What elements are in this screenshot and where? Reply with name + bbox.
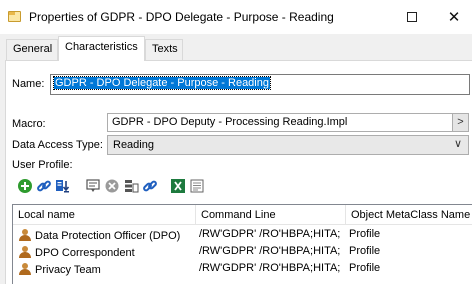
excel-icon <box>171 179 185 193</box>
name-value: GDPR - DPO Delegate - Purpose - Reading <box>53 76 271 90</box>
unlink-button[interactable] <box>141 177 159 195</box>
table-row[interactable]: DPO Correspondent /RW'GDPR' /RO'HBPA;HIT… <box>13 243 472 260</box>
unlink-icon <box>143 180 157 192</box>
cell-metaclass: Profile <box>349 228 381 240</box>
cell-metaclass: Profile <box>349 262 381 274</box>
list-button[interactable] <box>122 177 140 195</box>
window-title: Properties of GDPR - DPO Delegate - Purp… <box>29 10 334 24</box>
name-label: Name: <box>12 78 45 90</box>
data-access-type-select[interactable]: Reading ∨ <box>107 135 469 155</box>
macro-label: Macro: <box>12 118 46 130</box>
table-header: Local name Command Line Object MetaClass… <box>13 205 472 225</box>
user-icon <box>19 246 31 258</box>
report-button[interactable] <box>188 177 206 195</box>
close-icon: ✕ <box>447 9 461 26</box>
tab-strip: General Characteristics Texts <box>0 36 472 61</box>
export-button[interactable] <box>54 177 72 195</box>
data-access-type-value: Reading <box>113 139 154 151</box>
data-access-type-label: Data Access Type: <box>12 139 103 151</box>
properties-icon <box>86 179 100 192</box>
add-button[interactable] <box>16 177 34 195</box>
column-header-object-metaclass-name[interactable]: Object MetaClass Name <box>346 205 472 225</box>
cell-command-line: /RW'GDPR' /RO'HBPA;HITA; <box>199 245 341 257</box>
name-field[interactable]: GDPR - DPO Delegate - Purpose - Reading <box>50 74 470 95</box>
cell-local-name: Data Protection Officer (DPO) <box>13 226 196 243</box>
column-header-command-line[interactable]: Command Line <box>196 205 346 225</box>
macro-value: GDPR - DPO Deputy - Processing Reading.I… <box>112 116 348 128</box>
cell-metaclass: Profile <box>349 245 381 257</box>
excel-export-button[interactable] <box>169 177 187 195</box>
table-row[interactable]: Data Protection Officer (DPO) /RW'GDPR' … <box>13 226 472 243</box>
chevron-down-icon: ∨ <box>453 138 462 150</box>
link-button[interactable] <box>35 177 53 195</box>
macro-browse-button[interactable]: > <box>452 114 468 131</box>
tab-characteristics[interactable]: Characteristics <box>58 36 145 61</box>
characteristics-panel: Name: GDPR - DPO Delegate - Purpose - Re… <box>5 60 472 284</box>
folder-icon <box>8 11 21 22</box>
user-profile-label: User Profile: <box>12 159 73 171</box>
link-icon <box>37 180 51 192</box>
user-profile-table: Local name Command Line Object MetaClass… <box>12 204 472 284</box>
user-icon <box>19 263 31 275</box>
column-header-local-name[interactable]: Local name <box>13 205 196 225</box>
cell-command-line: /RW'GDPR' /RO'HBPA;HITA; <box>199 228 341 240</box>
tab-texts[interactable]: Texts <box>145 39 183 60</box>
table-row[interactable]: Privacy Team /RW'GDPR' /RO'HBPA;HITA; Pr… <box>13 260 472 277</box>
user-icon <box>19 229 31 241</box>
cell-command-line: /RW'GDPR' /RO'HBPA;HITA; <box>199 262 341 274</box>
export-icon <box>56 180 70 193</box>
title-bar: Properties of GDPR - DPO Delegate - Purp… <box>0 0 472 34</box>
add-icon <box>18 179 32 193</box>
macro-field[interactable]: GDPR - DPO Deputy - Processing Reading.I… <box>107 113 469 132</box>
cell-local-name: DPO Correspondent <box>13 243 196 260</box>
maximize-icon <box>407 12 417 22</box>
list-icon <box>125 180 139 193</box>
maximize-button[interactable] <box>396 4 428 30</box>
close-button[interactable]: ✕ <box>438 4 470 30</box>
report-icon <box>190 179 204 193</box>
tab-general[interactable]: General <box>6 39 58 60</box>
remove-button[interactable] <box>103 177 121 195</box>
properties-button[interactable] <box>84 177 102 195</box>
remove-icon <box>105 179 119 193</box>
cell-local-name: Privacy Team <box>13 260 196 277</box>
